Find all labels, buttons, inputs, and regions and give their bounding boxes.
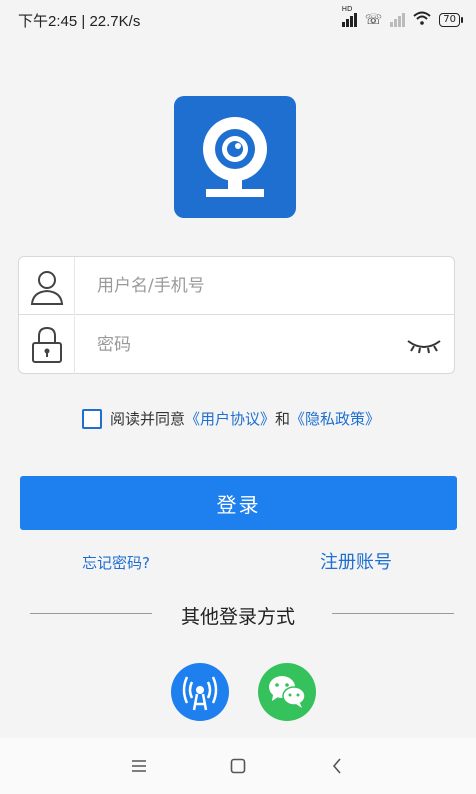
login-form [18, 256, 455, 374]
signal-tower-icon [182, 676, 218, 711]
signal-tower-login-button[interactable] [171, 663, 229, 721]
other-login-title: 其他登录方式 [180, 606, 295, 628]
status-net-speed: 22.7K/s [89, 12, 141, 30]
back-chevron-icon [332, 758, 341, 774]
home-square-icon [230, 758, 246, 774]
status-right: HD ☏ 70 [341, 5, 463, 29]
eye-closed-icon[interactable] [394, 316, 454, 374]
register-link[interactable]: 注册账号 [320, 548, 392, 574]
wifi-icon [413, 11, 431, 29]
wechat-login-button[interactable] [258, 663, 316, 721]
system-nav-bar [0, 738, 476, 794]
username-input[interactable] [75, 275, 454, 296]
wechat-icon [269, 676, 306, 708]
back-nav-button[interactable] [322, 751, 352, 781]
status-bar: 下午2:45 | 22.7K/s HD ☏ 70 [0, 0, 476, 40]
agreement-prefix: 阅读并同意 [110, 410, 186, 428]
signal-weak-icon [390, 13, 406, 27]
home-nav-button[interactable] [223, 751, 253, 781]
divider-right [332, 613, 454, 614]
login-button[interactable]: 登录 [20, 476, 457, 530]
webcam-icon [203, 117, 267, 197]
agreement-row: 阅读并同意 《用户协议》和《隐私政策》 [82, 408, 380, 429]
call-missed-icon: ☏ [364, 12, 383, 28]
user-agreement-link[interactable]: 《用户协议》 [185, 408, 275, 429]
agreement-checkbox[interactable] [82, 408, 102, 429]
status-time: 下午2:45 [18, 12, 78, 30]
lock-icon [19, 316, 75, 374]
menu-icon [132, 760, 147, 772]
battery-icon: 70 [439, 13, 463, 27]
agreement-connector: 和 [275, 410, 291, 428]
forgot-password-link[interactable]: 忘记密码? [82, 552, 150, 573]
app-logo [174, 96, 296, 218]
signal-hd-icon: HD [341, 5, 357, 27]
password-input[interactable] [75, 335, 394, 355]
privacy-policy-link[interactable]: 《隐私政策》 [290, 408, 380, 429]
password-row [19, 316, 454, 374]
hd-label: HD [341, 5, 353, 13]
user-icon [19, 256, 75, 315]
username-row [19, 256, 454, 315]
status-left: 下午2:45 | 22.7K/s [18, 10, 140, 31]
menu-nav-button[interactable] [124, 751, 154, 781]
